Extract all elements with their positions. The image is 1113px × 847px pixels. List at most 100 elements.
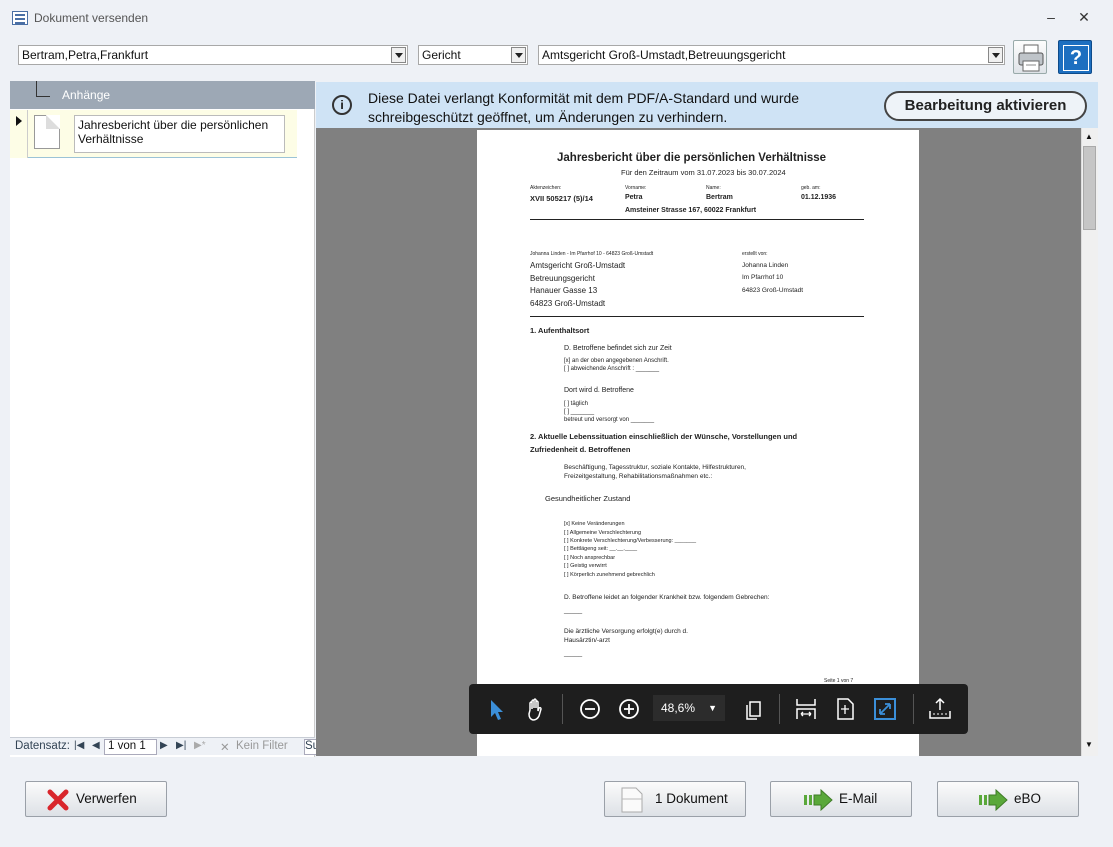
list-item[interactable]: Jahresbericht über die persönlichen Verh… bbox=[10, 110, 297, 158]
printer-icon bbox=[1018, 44, 1044, 72]
close-button[interactable]: ✕ bbox=[1073, 6, 1095, 28]
doc-aktz: XVII 505217 (5)/14 bbox=[530, 194, 593, 203]
zoom-out-icon[interactable] bbox=[576, 695, 604, 723]
doc-sec2-title: 2. Aktuelle Lebenssituation einschließli… bbox=[530, 432, 798, 441]
doc-illness: D. Betroffene leidet an folgender Krankh… bbox=[564, 594, 770, 601]
info-bar: i Diese Datei verlangt Konformität mit d… bbox=[316, 82, 1098, 128]
doc-created-3: 64823 Groß-Umstadt bbox=[742, 287, 804, 294]
first-record-icon[interactable]: |◀ bbox=[74, 740, 84, 751]
record-navigator: Datensatz: |◀ ◀ 1 von 1 ▶ ▶| ▶* ✕ Kein F… bbox=[10, 737, 317, 755]
filter-icon[interactable]: ✕ bbox=[220, 740, 230, 754]
enable-editing-button[interactable]: Bearbeitung aktivieren bbox=[884, 91, 1087, 121]
doc-sec2-title: Zufriedenheit d. Betroffenen bbox=[530, 445, 631, 454]
no-filter-label[interactable]: Kein Filter bbox=[236, 740, 288, 752]
scroll-down-icon[interactable]: ▼ bbox=[1085, 740, 1093, 749]
doc-health-line: [ ] Bettlägeng seit: __.__.____ bbox=[564, 546, 638, 552]
doc-geb: 01.12.1936 bbox=[801, 194, 837, 201]
doc-name-label: Name: bbox=[706, 185, 721, 191]
doc-title: Jahresbericht über die persönlichen Verh… bbox=[557, 152, 827, 164]
doc-health-line: [ ] Geistig verwirrt bbox=[564, 563, 607, 569]
doc-health-line: [ ] Allgemeine Verschlechterung bbox=[564, 530, 642, 536]
doc-sec1-line: [ ] täglich bbox=[564, 401, 589, 407]
email-button[interactable]: E-Mail bbox=[770, 781, 912, 817]
chevron-down-icon[interactable] bbox=[391, 47, 406, 63]
new-record-icon[interactable]: ▶* bbox=[194, 740, 206, 751]
doc-created-2: Im Pfarrhof 10 bbox=[742, 274, 784, 281]
doc-aktz-label: Aktenzeichen: bbox=[530, 185, 562, 191]
help-icon: ? bbox=[1063, 45, 1089, 71]
doc-sec1-line: Dort wird d. Betroffene bbox=[564, 387, 634, 394]
doc-sec1-title: 1. Aufenthaltsort bbox=[530, 326, 590, 335]
doc-recipient-4: 64823 Groß-Umstadt bbox=[530, 299, 606, 308]
zoom-select[interactable]: 48,6% ▼ bbox=[653, 695, 725, 721]
doc-name: Bertram bbox=[706, 194, 733, 201]
form-icon bbox=[12, 11, 28, 25]
separator bbox=[562, 694, 563, 724]
hand-tool-icon[interactable] bbox=[521, 695, 549, 723]
discard-button[interactable]: Verwerfen bbox=[25, 781, 167, 817]
person-select-value: Bertram,Petra,Frankfurt bbox=[22, 48, 149, 62]
email-button-label: E-Mail bbox=[839, 791, 878, 806]
discard-button-label: Verwerfen bbox=[76, 791, 137, 806]
doc-blank: _____ bbox=[564, 650, 583, 657]
doc-health-title: Gesundheitlicher Zustand bbox=[545, 494, 631, 503]
documents-button[interactable]: 1 Dokument bbox=[604, 781, 746, 817]
ebo-button[interactable]: eBO bbox=[937, 781, 1079, 817]
doc-sec1-line: betreut und versorgt von _______ bbox=[564, 417, 655, 423]
doc-blank: _____ bbox=[564, 607, 583, 614]
doc-sec2-line: Freizeitgestaltung, Rehabilitationsmaßna… bbox=[564, 473, 713, 480]
separator bbox=[779, 694, 780, 724]
vertical-scrollbar[interactable]: ▲ ▼ bbox=[1081, 128, 1098, 756]
doc-recipient-2: Betreuungsgericht bbox=[530, 274, 595, 283]
chevron-down-icon[interactable] bbox=[988, 47, 1003, 63]
print-button[interactable] bbox=[1013, 40, 1047, 74]
last-record-icon[interactable]: ▶| bbox=[176, 740, 186, 751]
scroll-thumb[interactable] bbox=[1083, 146, 1096, 230]
doc-sec1-line: D. Betroffene befindet sich zur Zeit bbox=[564, 345, 672, 352]
divider bbox=[530, 316, 864, 317]
doc-care: Hausärztin/-arzt bbox=[564, 637, 610, 644]
zoom-in-icon[interactable] bbox=[615, 695, 643, 723]
record-position[interactable]: 1 von 1 bbox=[104, 739, 157, 755]
doc-sender-line: Johanna Linden - Im Pfarrhof 10 - 64823 … bbox=[530, 251, 654, 257]
doc-vorname: Petra bbox=[625, 194, 643, 201]
recipient-type-value: Gericht bbox=[422, 48, 461, 62]
scroll-up-icon[interactable]: ▲ bbox=[1085, 132, 1093, 141]
document-icon bbox=[34, 115, 60, 149]
upload-icon[interactable] bbox=[926, 695, 954, 723]
doc-sec2-line: Beschäftigung, Tagesstruktur, soziale Ko… bbox=[564, 464, 746, 471]
select-tool-icon[interactable] bbox=[483, 695, 511, 723]
doc-health-line: [ ] Noch ansprechbar bbox=[564, 555, 616, 561]
previous-record-icon[interactable]: ◀ bbox=[92, 740, 100, 751]
fit-width-icon[interactable] bbox=[792, 695, 820, 723]
attachments-panel bbox=[10, 81, 315, 757]
page-view-icon[interactable] bbox=[739, 695, 767, 723]
minimize-button[interactable]: – bbox=[1040, 6, 1062, 28]
arrow-right-icon bbox=[804, 789, 833, 811]
zoom-value: 48,6% bbox=[661, 701, 696, 715]
doc-health-line: [x] Keine Veränderungen bbox=[564, 521, 625, 527]
fullscreen-icon[interactable] bbox=[871, 695, 899, 723]
recipient-type-select[interactable]: Gericht bbox=[418, 45, 528, 65]
fit-page-icon[interactable] bbox=[831, 695, 859, 723]
doc-recipient-3: Hanauer Gasse 13 bbox=[530, 286, 598, 295]
attachment-name[interactable]: Jahresbericht über die persönlichen Verh… bbox=[74, 115, 285, 153]
record-nav-label: Datensatz: bbox=[15, 740, 70, 752]
doc-geb-label: geb. am: bbox=[801, 185, 821, 191]
info-message: Diese Datei verlangt Konformität mit dem… bbox=[368, 90, 800, 125]
chevron-down-icon: ▼ bbox=[708, 703, 717, 713]
help-button[interactable]: ? bbox=[1058, 40, 1092, 74]
divider bbox=[530, 219, 864, 220]
doc-care: Die ärztliche Versorgung erfolgt(e) durc… bbox=[564, 628, 688, 635]
doc-address: Amsteiner Strasse 167, 60022 Frankfurt bbox=[625, 207, 757, 214]
chevron-down-icon[interactable] bbox=[511, 47, 526, 63]
next-record-icon[interactable]: ▶ bbox=[160, 740, 168, 751]
person-select[interactable]: Bertram,Petra,Frankfurt bbox=[18, 45, 408, 65]
recipient-value: Amtsgericht Groß-Umstadt,Betreuungsgeric… bbox=[542, 48, 786, 62]
recipient-select[interactable]: Amtsgericht Groß-Umstadt,Betreuungsgeric… bbox=[538, 45, 1005, 65]
record-selector[interactable] bbox=[10, 110, 28, 158]
doc-sec1-line: [ ] abweichende Anschrift : _______ bbox=[564, 366, 660, 372]
doc-period: Für den Zeitraum vom 31.07.2023 bis 30.0… bbox=[621, 168, 786, 177]
info-icon: i bbox=[332, 95, 352, 115]
doc-created-label: erstellt von: bbox=[742, 251, 768, 257]
